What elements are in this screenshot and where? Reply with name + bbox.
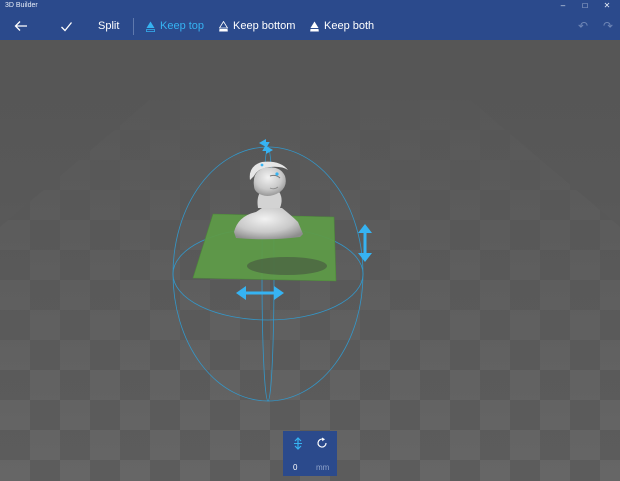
undo-icon: ↶: [578, 19, 589, 33]
scene-canvas[interactable]: [0, 40, 620, 481]
offset-panel: 0 mm: [283, 431, 337, 476]
redo-button[interactable]: ↷: [603, 12, 613, 40]
offset-value[interactable]: 0: [293, 463, 297, 472]
app-window: 3D Builder – □ ✕ Split Keep top Keep bot…: [0, 0, 620, 481]
redo-icon: ↷: [603, 19, 614, 33]
checkmark-icon: [61, 21, 73, 31]
minimize-icon[interactable]: –: [552, 0, 574, 12]
split-toolbar: Split Keep top Keep bottom Keep both ↶ ↷: [0, 12, 620, 40]
keep-bottom-button[interactable]: Keep bottom: [219, 12, 295, 40]
rotate-icon[interactable]: [312, 437, 332, 453]
keep-both-icon: [310, 21, 319, 31]
keep-both-button[interactable]: Keep both: [310, 12, 374, 40]
vertical-move-icon[interactable]: [288, 437, 308, 453]
close-icon[interactable]: ✕: [596, 0, 618, 12]
keep-top-icon: [146, 21, 155, 32]
confirm-button[interactable]: [60, 12, 73, 40]
title-bar: 3D Builder – □ ✕: [0, 0, 620, 12]
maximize-icon[interactable]: □: [574, 0, 596, 12]
back-button[interactable]: [14, 12, 28, 40]
window-title: 3D Builder: [5, 2, 38, 9]
keep-bottom-label: Keep bottom: [233, 20, 296, 32]
toolbar-separator: [133, 18, 134, 35]
undo-button[interactable]: ↶: [578, 12, 588, 40]
split-button[interactable]: Split: [98, 12, 119, 40]
keep-top-button[interactable]: Keep top: [146, 12, 204, 40]
split-label: Split: [98, 20, 120, 32]
keep-bottom-icon: [219, 20, 228, 31]
3d-viewport[interactable]: [0, 40, 620, 481]
offset-unit: mm: [316, 463, 330, 472]
back-arrow-icon: [14, 21, 27, 31]
keep-both-label: Keep both: [324, 20, 375, 32]
keep-top-label: Keep top: [160, 20, 205, 32]
